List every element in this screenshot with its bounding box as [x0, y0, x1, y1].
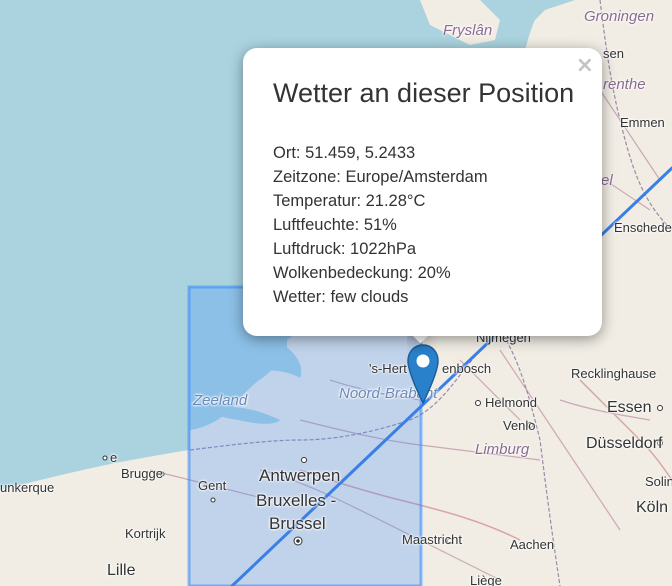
- label-enschede: Enschede: [614, 220, 672, 235]
- label-dusseldorf: Düsseldorf: [586, 435, 663, 452]
- label-solin: Solin: [645, 474, 672, 489]
- label-brugge: Brugge: [121, 466, 163, 481]
- label-recklinghausen: Recklinghause: [571, 366, 657, 381]
- label-koln: Köln: [636, 499, 669, 516]
- label-lille: Lille: [107, 562, 136, 579]
- timezone-row: Zeitzone: Europe/Amsterdam: [273, 168, 488, 186]
- pressure-row: Luftdruck: 1022hPa: [273, 240, 417, 258]
- label-el: el: [601, 172, 613, 189]
- label-fryslan: Fryslân: [443, 22, 493, 39]
- popup-title: Wetter an dieser Position: [273, 78, 575, 108]
- label-liege: Liège: [470, 573, 502, 586]
- humidity-row: Luftfeuchte: 51%: [273, 216, 397, 234]
- label-hertogenbosch-part2: enbosch: [442, 361, 492, 376]
- label-groningen: Groningen: [584, 8, 655, 25]
- location-row: Ort: 51.459, 5.2433: [273, 144, 416, 162]
- cloud-cover-row: Wolkenbedeckung: 20%: [273, 264, 451, 282]
- label-helmond: Helmond: [485, 395, 538, 410]
- label-zeeland: Zeeland: [193, 392, 248, 409]
- popup-tip: [407, 333, 437, 353]
- label-limburg: Limburg: [475, 441, 530, 458]
- label-kortrijk: Kortrijk: [125, 526, 166, 541]
- weather-row: Wetter: few clouds: [273, 288, 409, 306]
- label-sen: sen: [603, 46, 624, 61]
- weather-popup: × Wetter an dieser Position Ort: 51.459,…: [243, 48, 602, 336]
- label-bruxelles: Bruxelles -: [256, 491, 337, 510]
- label-antwerpen: Antwerpen: [259, 466, 341, 485]
- label-hertogenbosch-part1: 's-Hert: [369, 361, 407, 376]
- label-essen: Essen: [607, 399, 652, 416]
- label-dunkerque: unkerque: [0, 480, 55, 495]
- label-maastricht: Maastricht: [402, 532, 462, 547]
- close-icon[interactable]: ×: [576, 54, 594, 78]
- label-emmen: Emmen: [620, 115, 665, 130]
- label-brussel: Brussel: [269, 514, 326, 533]
- label-renthe: renthe: [603, 76, 646, 93]
- map-view[interactable]: Groningen Fryslân sen renthe Emmen el En…: [0, 0, 672, 586]
- temperature-row: Temperatur: 21.28°C: [273, 192, 426, 210]
- label-gent: Gent: [198, 478, 227, 493]
- label-venlo: Venlo: [503, 418, 536, 433]
- label-aachen: Aachen: [510, 537, 555, 552]
- weather-details: Ort: 51.459, 5.2433 Zeitzone: Europe/Ams…: [273, 141, 488, 309]
- label-e: e: [110, 450, 118, 465]
